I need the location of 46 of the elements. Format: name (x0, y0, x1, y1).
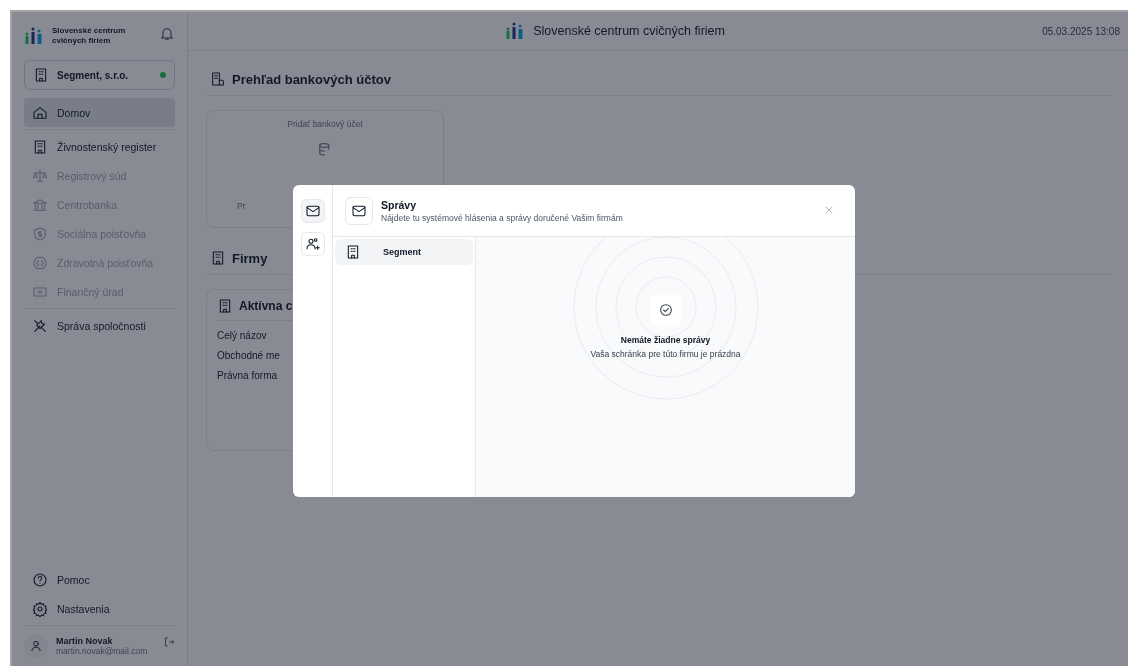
help-icon (32, 571, 48, 588)
home-icon (32, 104, 48, 121)
field-label: Obchodné me (217, 350, 281, 361)
user-email: martin.novak@mail.com (56, 646, 148, 656)
scales-icon (32, 167, 48, 184)
app-title: Slovenské centrum cvičných firiem (533, 24, 725, 38)
building-icon (32, 138, 48, 155)
check-circle-icon (657, 302, 674, 318)
bell-icon (159, 26, 175, 42)
company-selector[interactable]: Segment, s.r.o. (24, 60, 175, 90)
tools-icon (32, 317, 48, 334)
medical-circle-icon (32, 254, 48, 271)
user-icon (29, 639, 43, 653)
nav-item[interactable]: Správa spoločnosti (24, 311, 175, 340)
rail-button[interactable] (300, 232, 325, 256)
field-label: Právna forma (217, 370, 279, 381)
user-name: Martin Novak (56, 636, 114, 646)
rail-button[interactable] (300, 199, 325, 223)
add-user-icon (304, 236, 321, 252)
building-icon (217, 298, 233, 314)
building-icon (210, 250, 226, 266)
empty-title: Nemáte žiadne správy (620, 335, 711, 345)
bank-icon (32, 196, 48, 213)
section-title: Prehľad bankových účtov (232, 71, 391, 87)
dialog-title: Správy (381, 198, 418, 211)
card-title: Aktívna c (239, 299, 293, 313)
logo-icon (24, 26, 44, 46)
bank-building-icon (210, 71, 226, 87)
card-hint: Pr (237, 201, 246, 211)
settings-icon (32, 600, 48, 617)
brand-name: Slovenské centrum cvičných firiem (52, 26, 127, 46)
logo-icon (505, 21, 526, 41)
firm-item[interactable]: Segment (335, 239, 473, 265)
empty-text: Vaša schránka pre túto firmu je prázdna (590, 349, 741, 359)
mail-icon (304, 203, 321, 219)
nav-item[interactable]: Pomoc (24, 565, 175, 594)
nav-item[interactable]: Živnostenský register (24, 132, 175, 161)
section-title: Firmy (232, 250, 268, 266)
nav-item[interactable]: Nastavenia (24, 594, 175, 623)
building-icon (345, 244, 361, 260)
nav-item[interactable]: Domov (24, 98, 175, 127)
building-icon (33, 67, 49, 83)
shield-dollar-icon (32, 225, 48, 242)
date-time: 05.03.2025 13:08 (1042, 25, 1120, 37)
logout-icon (163, 636, 175, 648)
field-label: Celý názov (217, 330, 268, 341)
